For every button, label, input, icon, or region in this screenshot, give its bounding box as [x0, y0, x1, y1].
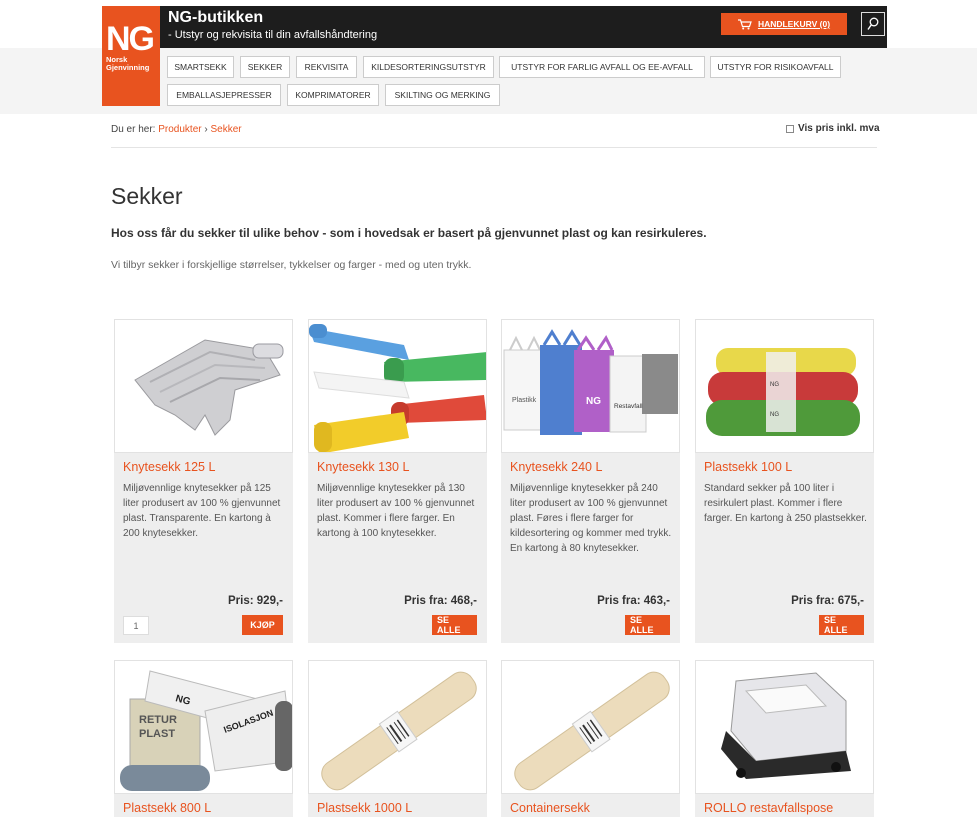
- ng-logo[interactable]: NG Norsk Gjenvinning: [102, 6, 160, 106]
- product-price: Pris fra: 463,-: [597, 595, 670, 607]
- breadcrumb-sekker[interactable]: Sekker: [211, 124, 242, 135]
- logo-text: NG: [106, 20, 155, 58]
- product-card[interactable]: RETUR PLAST NG ISOLASJON Plastsekk 800 L: [114, 660, 293, 817]
- product-title[interactable]: Containersekk: [510, 801, 590, 815]
- cart-icon: [737, 18, 752, 29]
- product-title[interactable]: ROLLO restavfallspose: [704, 801, 833, 815]
- see-all-button[interactable]: SE ALLE: [819, 615, 864, 635]
- breadcrumb-separator: ›: [204, 124, 208, 135]
- svg-text:Restavfall: Restavfall: [614, 403, 643, 410]
- product-price: Pris: 929,-: [228, 595, 283, 607]
- divider: [111, 147, 877, 148]
- product-card[interactable]: Knytesekk 125 L Miljøvennlige knytesekke…: [114, 319, 293, 643]
- breadcrumb-prefix: Du er her:: [111, 124, 156, 135]
- nav-item-emballasjepresser[interactable]: EMBALLASJEPRESSER: [167, 84, 281, 106]
- product-title[interactable]: Plastsekk 100 L: [704, 460, 792, 474]
- product-image-transparent-bag[interactable]: [114, 319, 293, 453]
- product-card[interactable]: Plastsekk 1000 L: [308, 660, 487, 817]
- svg-text:PLAST: PLAST: [139, 728, 175, 740]
- product-text: Standard sekker på 100 liter i resirkule…: [704, 483, 867, 524]
- vat-checkbox[interactable]: [786, 124, 794, 133]
- product-text: Miljøvennlige knytesekker på 240 liter p…: [510, 483, 672, 554]
- quantity-input[interactable]: 1: [123, 616, 149, 635]
- product-card[interactable]: Containersekk: [501, 660, 680, 817]
- page-description: Vi tilbyr sekker i forskjellige størrels…: [111, 259, 472, 271]
- product-image-rollo-holder[interactable]: [695, 660, 874, 794]
- product-image-beige-roll[interactable]: [501, 660, 680, 794]
- see-all-button[interactable]: SE ALLE: [432, 615, 477, 635]
- site-title[interactable]: NG-butikken: [168, 9, 263, 27]
- nav-item-rekvisita[interactable]: REKVISITA: [296, 56, 357, 78]
- logo-sub: Norsk Gjenvinning: [106, 55, 150, 72]
- nav-item-sekker[interactable]: SEKKER: [240, 56, 290, 78]
- product-title[interactable]: Plastsekk 1000 L: [317, 801, 412, 815]
- svg-text:NG: NG: [770, 412, 779, 418]
- product-image-beige-roll[interactable]: [308, 660, 487, 794]
- nav-item-kildesortering[interactable]: KILDESORTERINGSUTSTYR: [363, 56, 494, 78]
- product-image-retur-plast[interactable]: RETUR PLAST NG ISOLASJON: [114, 660, 293, 794]
- nav-item-smartsekk[interactable]: SMARTSEKK: [167, 56, 234, 78]
- search-button[interactable]: [861, 12, 885, 36]
- page-title: Sekker: [111, 183, 183, 209]
- vat-label: Vis pris inkl. mva: [798, 123, 880, 134]
- svg-text:Plastikk: Plastikk: [512, 397, 537, 404]
- product-text: Miljøvennlige knytesekker på 130 liter p…: [317, 483, 475, 539]
- product-image-colored-rolls[interactable]: [308, 319, 487, 453]
- product-title[interactable]: Knytesekk 130 L: [317, 460, 409, 474]
- page-lead: Hos oss får du sekker til ulike behov - …: [111, 226, 707, 240]
- nav-item-komprimatorer[interactable]: KOMPRIMATORER: [287, 84, 379, 106]
- product-price: Pris fra: 468,-: [404, 595, 477, 607]
- product-price: Pris fra: 675,-: [791, 595, 864, 607]
- svg-text:NG: NG: [586, 396, 601, 407]
- product-card[interactable]: NG NG Plastsekk 100 L Standard sekker på…: [695, 319, 874, 643]
- cart-button[interactable]: HANDLEKURV (0): [721, 13, 847, 35]
- product-text: Miljøvennlige knytesekker på 125 liter p…: [123, 483, 281, 539]
- product-image-rolls-stack[interactable]: NG NG: [695, 319, 874, 453]
- nav-item-skilting[interactable]: SKILTING OG MERKING: [385, 84, 500, 106]
- nav-item-farlig-avfall[interactable]: UTSTYR FOR FARLIG AVFALL OG EE-AVFALL: [499, 56, 705, 78]
- svg-text:NG: NG: [770, 382, 779, 388]
- cart-label: HANDLEKURV (0): [757, 19, 831, 29]
- svg-text:RETUR: RETUR: [139, 714, 177, 726]
- product-image-printed-bags[interactable]: Plastikk NG Restavfall: [501, 319, 680, 453]
- see-all-button[interactable]: SE ALLE: [625, 615, 670, 635]
- vat-toggle[interactable]: Vis pris inkl. mva: [786, 123, 880, 134]
- breadcrumb: Du er her: Produkter › Sekker: [111, 124, 242, 135]
- product-card[interactable]: Knytesekk 130 L Miljøvennlige knytesekke…: [308, 319, 487, 643]
- site-subtitle: - Utstyr og rekvisita til din avfallshån…: [168, 29, 378, 41]
- product-title[interactable]: Plastsekk 800 L: [123, 801, 211, 815]
- nav-item-risikoavfall[interactable]: UTSTYR FOR RISIKOAVFALL: [710, 56, 841, 78]
- product-title[interactable]: Knytesekk 240 L: [510, 460, 602, 474]
- breadcrumb-produkter[interactable]: Produkter: [158, 124, 201, 135]
- product-card[interactable]: ROLLO restavfallspose: [695, 660, 874, 817]
- product-card[interactable]: Plastikk NG Restavfall Knytesekk 240 L M…: [501, 319, 680, 643]
- search-icon: [867, 17, 879, 30]
- product-title[interactable]: Knytesekk 125 L: [123, 460, 215, 474]
- buy-button[interactable]: KJØP: [242, 615, 283, 635]
